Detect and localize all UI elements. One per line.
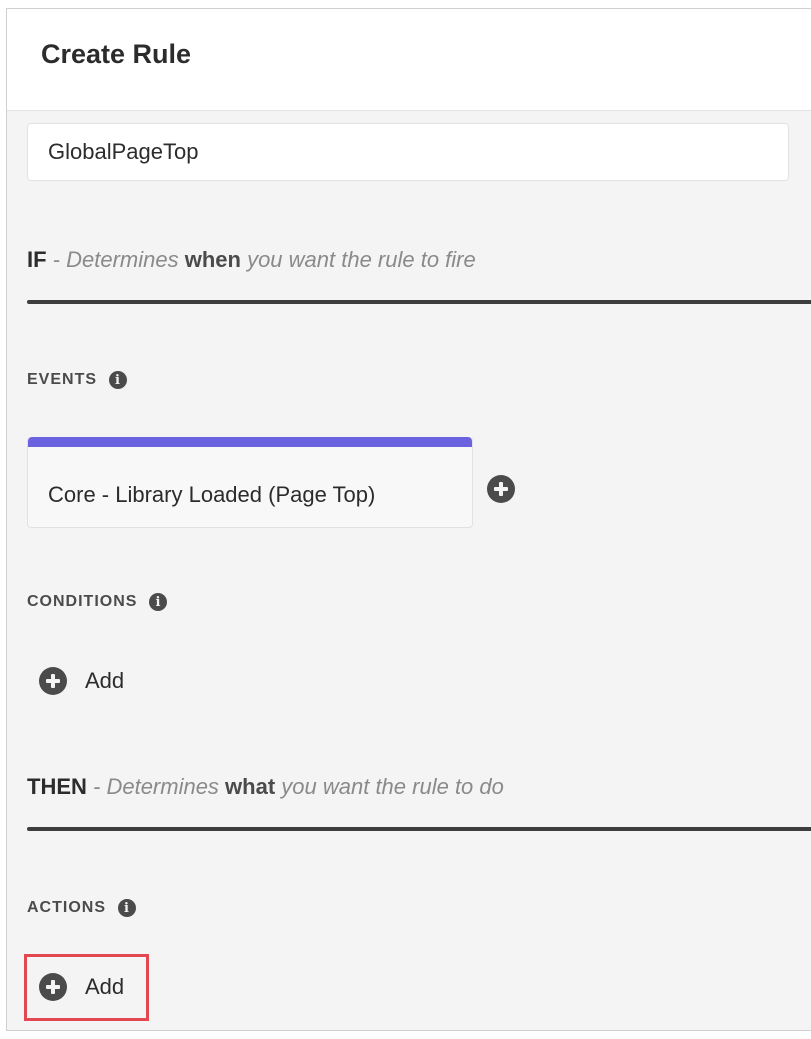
conditions-info-icon[interactable]: i bbox=[149, 593, 168, 611]
if-description-c: you want the rule to fire bbox=[247, 247, 476, 272]
rule-name-input[interactable] bbox=[27, 123, 789, 181]
if-keyword: IF bbox=[27, 247, 47, 272]
if-description-b: when bbox=[178, 247, 248, 272]
panel-header: Create Rule bbox=[7, 9, 811, 111]
conditions-heading-label: CONDITIONS bbox=[27, 593, 138, 610]
event-card-accent bbox=[28, 437, 472, 447]
events-info-icon[interactable]: i bbox=[109, 371, 128, 389]
plus-circle-icon bbox=[39, 973, 67, 1001]
conditions-heading: CONDITIONS i bbox=[27, 593, 168, 611]
add-condition-label: Add bbox=[85, 668, 125, 693]
then-description-c: you want the rule to do bbox=[281, 774, 504, 799]
then-description-a: Determines bbox=[106, 774, 219, 799]
add-condition-button[interactable]: Add bbox=[39, 667, 124, 695]
if-description-a: Determines bbox=[66, 247, 179, 272]
then-keyword: THEN bbox=[27, 774, 87, 799]
if-separator: - bbox=[46, 247, 67, 272]
then-description-b: what bbox=[218, 774, 282, 799]
actions-info-icon[interactable]: i bbox=[118, 899, 136, 917]
events-heading: EVENTS i bbox=[27, 371, 128, 389]
then-section-heading: THEN - Determines what you want the rule… bbox=[27, 774, 504, 800]
actions-heading-label: ACTIONS bbox=[27, 899, 106, 916]
then-separator: - bbox=[86, 774, 107, 799]
actions-heading: ACTIONS i bbox=[27, 899, 136, 917]
event-card[interactable]: Core - Library Loaded (Page Top) bbox=[27, 437, 473, 528]
plus-circle-icon bbox=[39, 667, 67, 695]
event-label: Core - Library Loaded (Page Top) bbox=[48, 482, 376, 507]
add-event-plus-icon[interactable] bbox=[487, 475, 515, 503]
if-section-heading: IF - Determines when you want the rule t… bbox=[27, 247, 476, 273]
events-heading-label: EVENTS bbox=[27, 371, 98, 388]
add-action-button[interactable]: Add bbox=[39, 973, 124, 1001]
page-title: Create Rule bbox=[41, 39, 192, 69]
add-action-label: Add bbox=[85, 974, 125, 999]
if-divider bbox=[27, 300, 811, 304]
create-rule-panel: Create Rule IF - Determines when you wan… bbox=[6, 8, 811, 1031]
then-divider bbox=[27, 827, 811, 831]
